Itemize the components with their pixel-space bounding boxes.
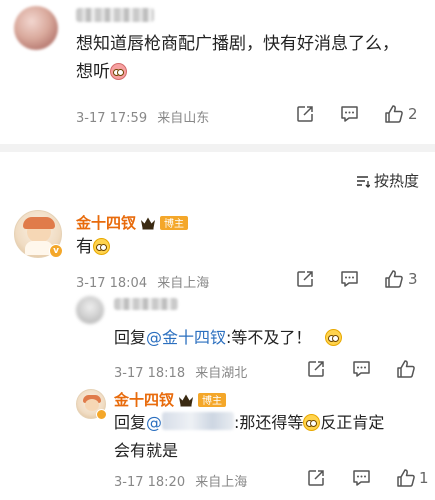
mention-link[interactable]: @ [146, 413, 162, 432]
commenter-name-blurred[interactable] [76, 8, 154, 22]
emoji-icon [324, 329, 342, 346]
like-button[interactable]: 1 [396, 466, 430, 490]
section-divider [0, 144, 435, 152]
comment-text-line2: 想听 [76, 58, 426, 86]
like-button[interactable]: 2 [384, 102, 428, 126]
repost-button[interactable] [294, 104, 316, 124]
crown-icon [179, 394, 194, 406]
comment-date: 3-17 18:04 [76, 276, 148, 291]
repost-button[interactable] [305, 359, 327, 379]
crown-icon [141, 217, 156, 229]
reply-blogger-name-row: 金十四钗 博主 [114, 389, 227, 410]
comment-icon [340, 106, 358, 122]
reply-text: 回复@金十四钗:等不及了！ [114, 324, 342, 352]
reply-text: 回复@:那还得等 反正肯定 会有就是 [114, 412, 385, 460]
comment-location: 来自湖北 [195, 366, 248, 381]
mention-link[interactable]: @金十四钗 [146, 328, 226, 347]
blogger-badge: 博主 [160, 215, 189, 230]
emoji-icon [110, 63, 127, 80]
like-icon [397, 469, 415, 487]
emoji-icon [303, 414, 321, 431]
like-icon [385, 270, 403, 288]
comment-icon [352, 470, 370, 486]
repost-icon [308, 470, 324, 486]
comment-location: 来自上海 [195, 475, 248, 490]
repost-icon [297, 271, 313, 287]
comment-text-line1: 想知道唇枪商配广播剧，快有好消息了么， [76, 34, 399, 54]
comment-meta: 3-17 17:59 来自山东 [76, 107, 215, 126]
mention-blurred[interactable] [162, 412, 235, 430]
sort-label: 按热度 [374, 172, 420, 190]
blogger-name-row: 金十四钗 博主 [76, 212, 189, 233]
blogger-badge: 博主 [198, 392, 227, 407]
sort-by-hot-button[interactable]: 按热度 [356, 170, 419, 191]
commenter-avatar[interactable] [14, 6, 58, 50]
like-count: 3 [408, 270, 418, 288]
author-name[interactable]: 金十四钗 [76, 212, 136, 233]
comment-icon [340, 271, 358, 287]
comment-date: 3-17 18:18 [114, 366, 186, 381]
comment-text: 想知道唇枪商配广播剧，快有好消息了么， 想听 [76, 30, 426, 86]
hot-comment-text: 有 [76, 233, 110, 261]
like-icon [397, 360, 415, 378]
reply-avatar[interactable] [76, 296, 104, 324]
reply-meta: 3-17 18:20 来自上海 [114, 471, 253, 490]
sort-icon [357, 175, 370, 188]
like-icon [385, 105, 403, 123]
author-name[interactable]: 金十四钗 [114, 389, 174, 410]
comment-button[interactable] [338, 269, 360, 289]
comment-button[interactable] [338, 104, 360, 124]
like-button[interactable] [396, 357, 426, 381]
repost-button[interactable] [294, 269, 316, 289]
like-count: 1 [419, 469, 429, 487]
comment-date: 3-17 17:59 [76, 111, 148, 126]
hot-comment-meta: 3-17 18:04 来自上海 [76, 272, 215, 291]
comment-location: 来自上海 [157, 276, 210, 291]
comment-button[interactable] [350, 359, 372, 379]
like-button[interactable]: 3 [384, 267, 428, 291]
repost-button[interactable] [305, 468, 327, 488]
reply-meta: 3-17 18:18 来自湖北 [114, 362, 253, 381]
like-count: 2 [408, 105, 418, 123]
repost-icon [308, 361, 324, 377]
emoji-icon [93, 238, 110, 255]
comment-button[interactable] [350, 468, 372, 488]
repost-icon [297, 106, 313, 122]
verified-badge: v [49, 244, 63, 258]
verified-badge [96, 409, 107, 420]
comment-date: 3-17 18:20 [114, 475, 186, 490]
comment-location: 来自山东 [157, 111, 210, 126]
comment-icon [352, 361, 370, 377]
reply-author-blurred[interactable] [114, 298, 178, 310]
